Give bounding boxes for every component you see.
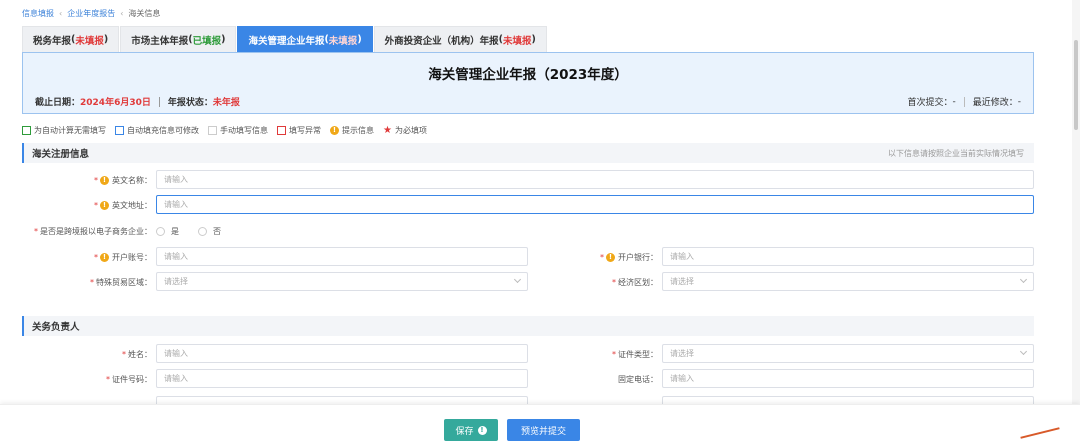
english-name-label: *! 英文名称： <box>94 175 152 185</box>
section-title: 海关注册信息 <box>32 149 90 160</box>
legend-label: 填写异常 <box>289 126 321 135</box>
divider <box>158 96 160 107</box>
tab-status: 已填报 <box>192 35 222 47</box>
last-modified-value: - <box>1017 96 1021 107</box>
report-tabs: 税务年报 (未填报) 市场主体年报 (已填报) 海关管理企业年报 (未填报) 外… <box>22 26 548 52</box>
breadcrumb-info-fill[interactable]: 信息填报 <box>22 8 54 19</box>
preview-submit-button[interactable]: 预览并提交 <box>507 419 580 441</box>
report-banner: 海关管理企业年报（2023年度） 截止日期： 2024年6月30日 年报状态： … <box>22 52 1034 114</box>
name-label: * 姓名： <box>122 349 152 359</box>
economic-zone-select[interactable]: 请选择 <box>662 272 1034 291</box>
red-box-icon <box>277 126 286 135</box>
name-input[interactable]: 请输入 <box>156 344 528 363</box>
tab-foreign-investment[interactable]: 外商投资企业（机构）年报 (未填报) <box>373 26 547 52</box>
required-star-icon: ★ <box>383 125 392 136</box>
legend-manual: 手动填写信息 <box>208 125 268 136</box>
tab-label: 外商投资企业（机构）年报 <box>384 35 499 47</box>
deadline-label: 截止日期： <box>35 98 81 108</box>
page-title: 海关管理企业年报（2023年度） <box>428 67 628 83</box>
section-accent-bar <box>22 143 24 163</box>
tab-status: 未填报 <box>328 35 358 47</box>
warn-icon: ! <box>477 425 487 435</box>
chevron-left-icon: ‹ <box>59 9 63 18</box>
ecommerce-label: * 是否是跨境报以电子商务企业： <box>34 226 152 236</box>
phone-label: 固定电话： <box>618 374 658 384</box>
ecommerce-no-radio[interactable]: 否 <box>198 226 221 237</box>
english-name-input[interactable]: 请输入 <box>156 170 1034 189</box>
warn-icon: ! <box>330 126 339 135</box>
account-input[interactable]: 请输入 <box>156 247 528 266</box>
legend-tip: ! 提示信息 <box>330 125 374 136</box>
submission-meta: 首次提交： - 最近修改： - <box>907 95 1021 108</box>
id-number-input[interactable]: 请输入 <box>156 369 528 388</box>
action-footer: 保存 ! 预览并提交 <box>0 404 1080 443</box>
tab-status: 未填报 <box>503 35 532 47</box>
tab-customs[interactable]: 海关管理企业年报 (未填报) <box>237 26 373 52</box>
tab-label: 海关管理企业年报 <box>248 35 325 47</box>
bank-input[interactable]: 请输入 <box>662 247 1034 266</box>
breadcrumb-current: 海关信息 <box>128 9 161 18</box>
legend-required: ★ 为必填项 <box>383 125 427 136</box>
warn-icon: ! <box>100 252 109 262</box>
first-submit-value: - <box>952 96 956 107</box>
report-meta: 截止日期： 2024年6月30日 年报状态： 未年报 <box>35 95 240 108</box>
tab-label: 市场主体年报 <box>131 35 189 47</box>
breadcrumb-annual-report[interactable]: 企业年度报告 <box>67 8 115 19</box>
save-button[interactable]: 保存 ! <box>444 419 498 441</box>
english-address-input[interactable]: 请输入 <box>156 195 1034 214</box>
trade-zone-select[interactable]: 请选择 <box>156 272 528 291</box>
id-type-label: * 证件类型： <box>612 349 658 359</box>
legend-label: 自动填充信息可修改 <box>127 126 199 135</box>
account-label: *! 开户账号： <box>94 252 152 262</box>
breadcrumb: 信息填报 ‹ 企业年度报告 ‹ 海关信息 <box>22 8 160 19</box>
section-hint: 以下信息请按照企业当前实际情况填写 <box>888 148 1024 158</box>
legend-auto-calc: 为自动计算无需填写 <box>22 125 106 136</box>
radio-icon <box>156 227 165 236</box>
field-legend: 为自动计算无需填写 自动填充信息可修改 手动填写信息 填写异常 ! 提示信息 ★… <box>22 125 436 136</box>
tab-tax[interactable]: 税务年报 (未填报) <box>22 26 120 52</box>
tab-status: 未填报 <box>75 35 104 47</box>
chevron-left-icon: ‹ <box>120 9 124 18</box>
section-contact-header: 关务负责人 <box>22 316 1034 336</box>
chevron-down-icon <box>1019 275 1028 284</box>
report-status-label: 年报状态： <box>167 98 213 108</box>
id-type-select[interactable]: 请选择 <box>662 344 1034 363</box>
trade-zone-label: * 特殊贸易区域： <box>90 277 152 287</box>
last-modified-label: 最近修改： <box>972 98 1018 108</box>
legend-label: 提示信息 <box>342 126 374 135</box>
report-status-value: 未年报 <box>212 98 240 108</box>
phone-input[interactable]: 请输入 <box>662 369 1034 388</box>
ecommerce-yes-radio[interactable]: 是 <box>156 226 179 237</box>
tab-label: 税务年报 <box>33 35 72 47</box>
english-address-label: *! 英文地址： <box>94 200 152 210</box>
legend-error: 填写异常 <box>277 125 321 136</box>
warn-icon: ! <box>100 200 109 210</box>
legend-auto-fill: 自动填充信息可修改 <box>115 125 199 136</box>
deadline-value: 2024年6月30日 <box>80 98 151 108</box>
chevron-down-icon <box>1019 347 1028 356</box>
divider <box>963 96 965 107</box>
tab-market-entity[interactable]: 市场主体年报 (已填报) <box>120 26 237 52</box>
economic-zone-label: * 经济区划： <box>612 277 658 287</box>
section-accent-bar <box>22 316 24 336</box>
legend-label: 为必填项 <box>394 126 427 135</box>
id-number-label: * 证件号码： <box>106 374 152 384</box>
gray-box-icon <box>208 126 217 135</box>
section-customs-header: 海关注册信息 以下信息请按照企业当前实际情况填写 <box>22 143 1034 163</box>
legend-label: 为自动计算无需填写 <box>34 126 106 135</box>
warn-icon: ! <box>100 175 109 185</box>
bank-label: *! 开户银行： <box>600 252 658 262</box>
warn-icon: ! <box>606 252 615 262</box>
blue-box-icon <box>115 126 124 135</box>
radio-icon <box>198 227 207 236</box>
legend-label: 手动填写信息 <box>220 126 268 135</box>
chevron-down-icon <box>513 275 522 284</box>
section-title: 关务负责人 <box>32 322 80 333</box>
scrollbar-thumb[interactable] <box>1074 40 1078 130</box>
green-box-icon <box>22 126 31 135</box>
first-submit-label: 首次提交： <box>907 98 953 108</box>
